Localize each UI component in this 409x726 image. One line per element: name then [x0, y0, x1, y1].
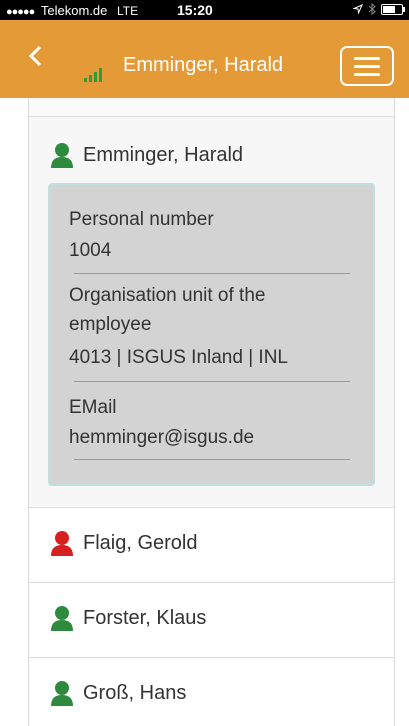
- employee-header: Forster, Klaus: [49, 605, 206, 631]
- page-title: Emminger, Harald: [123, 54, 284, 76]
- back-button[interactable]: [28, 44, 42, 72]
- person-red-icon: [51, 531, 73, 556]
- menu-button[interactable]: [340, 46, 394, 86]
- app-screen: ●●●●● Telekom.de LTE 15:20 Emminger, Har…: [0, 0, 409, 726]
- top-nav-bar: Emminger, Harald: [0, 20, 409, 98]
- employee-name: Emminger, Harald: [83, 143, 244, 166]
- hamburger-icon-line: [354, 73, 380, 76]
- list-top-item: [29, 98, 394, 117]
- email-label: EMail: [69, 397, 117, 418]
- org-unit-label: Organisation unit of the employee: [69, 285, 266, 335]
- employee-item-expanded[interactable]: Emminger, Harald Personal number 1004 Or…: [29, 117, 394, 508]
- employee-item[interactable]: Forster, Klaus: [29, 583, 394, 658]
- battery-icon: [381, 3, 405, 15]
- status-bar: ●●●●● Telekom.de LTE 15:20: [0, 0, 409, 20]
- person-green-icon: [51, 606, 73, 631]
- employee-item[interactable]: Flaig, Gerold: [29, 508, 394, 583]
- left-gutter: [0, 98, 28, 726]
- employee-header: Flaig, Gerold: [49, 530, 198, 556]
- email-value[interactable]: hemminger@isgus.de: [69, 423, 349, 452]
- divider: [74, 273, 350, 274]
- hamburger-icon: [354, 57, 380, 60]
- employee-header: Emminger, Harald: [49, 142, 243, 168]
- network-type: LTE: [116, 4, 139, 18]
- content-area: Emminger, Harald Personal number 1004 Or…: [0, 98, 409, 726]
- chevron-left-icon: [28, 45, 42, 67]
- employee-name: Forster, Klaus: [83, 606, 207, 629]
- person-green-icon: [51, 681, 73, 706]
- signal-strength-icon: [84, 68, 102, 82]
- carrier-name: Telekom.de: [40, 3, 108, 18]
- personal-number-label: Personal number: [69, 209, 214, 230]
- employee-name: Flaig, Gerold: [83, 531, 198, 554]
- employee-details-card: Personal number 1004 Organisation unit o…: [48, 183, 375, 486]
- org-unit-value: 4013 | ISGUS Inland | INL: [69, 347, 288, 368]
- person-green-icon: [51, 143, 73, 168]
- divider: [74, 381, 350, 382]
- clock: 15:20: [177, 2, 213, 18]
- personal-number-value: 1004: [69, 240, 112, 261]
- divider: [74, 459, 350, 460]
- employee-item[interactable]: Groß, Hans: [29, 658, 394, 726]
- employee-name: Groß, Hans: [83, 681, 187, 704]
- location-icon: [353, 4, 363, 14]
- employee-list[interactable]: Emminger, Harald Personal number 1004 Or…: [28, 98, 395, 726]
- signal-dots: ●●●●●: [6, 6, 35, 18]
- hamburger-icon-line: [354, 65, 380, 68]
- bluetooth-icon: [368, 3, 376, 15]
- employee-header: Groß, Hans: [49, 680, 186, 706]
